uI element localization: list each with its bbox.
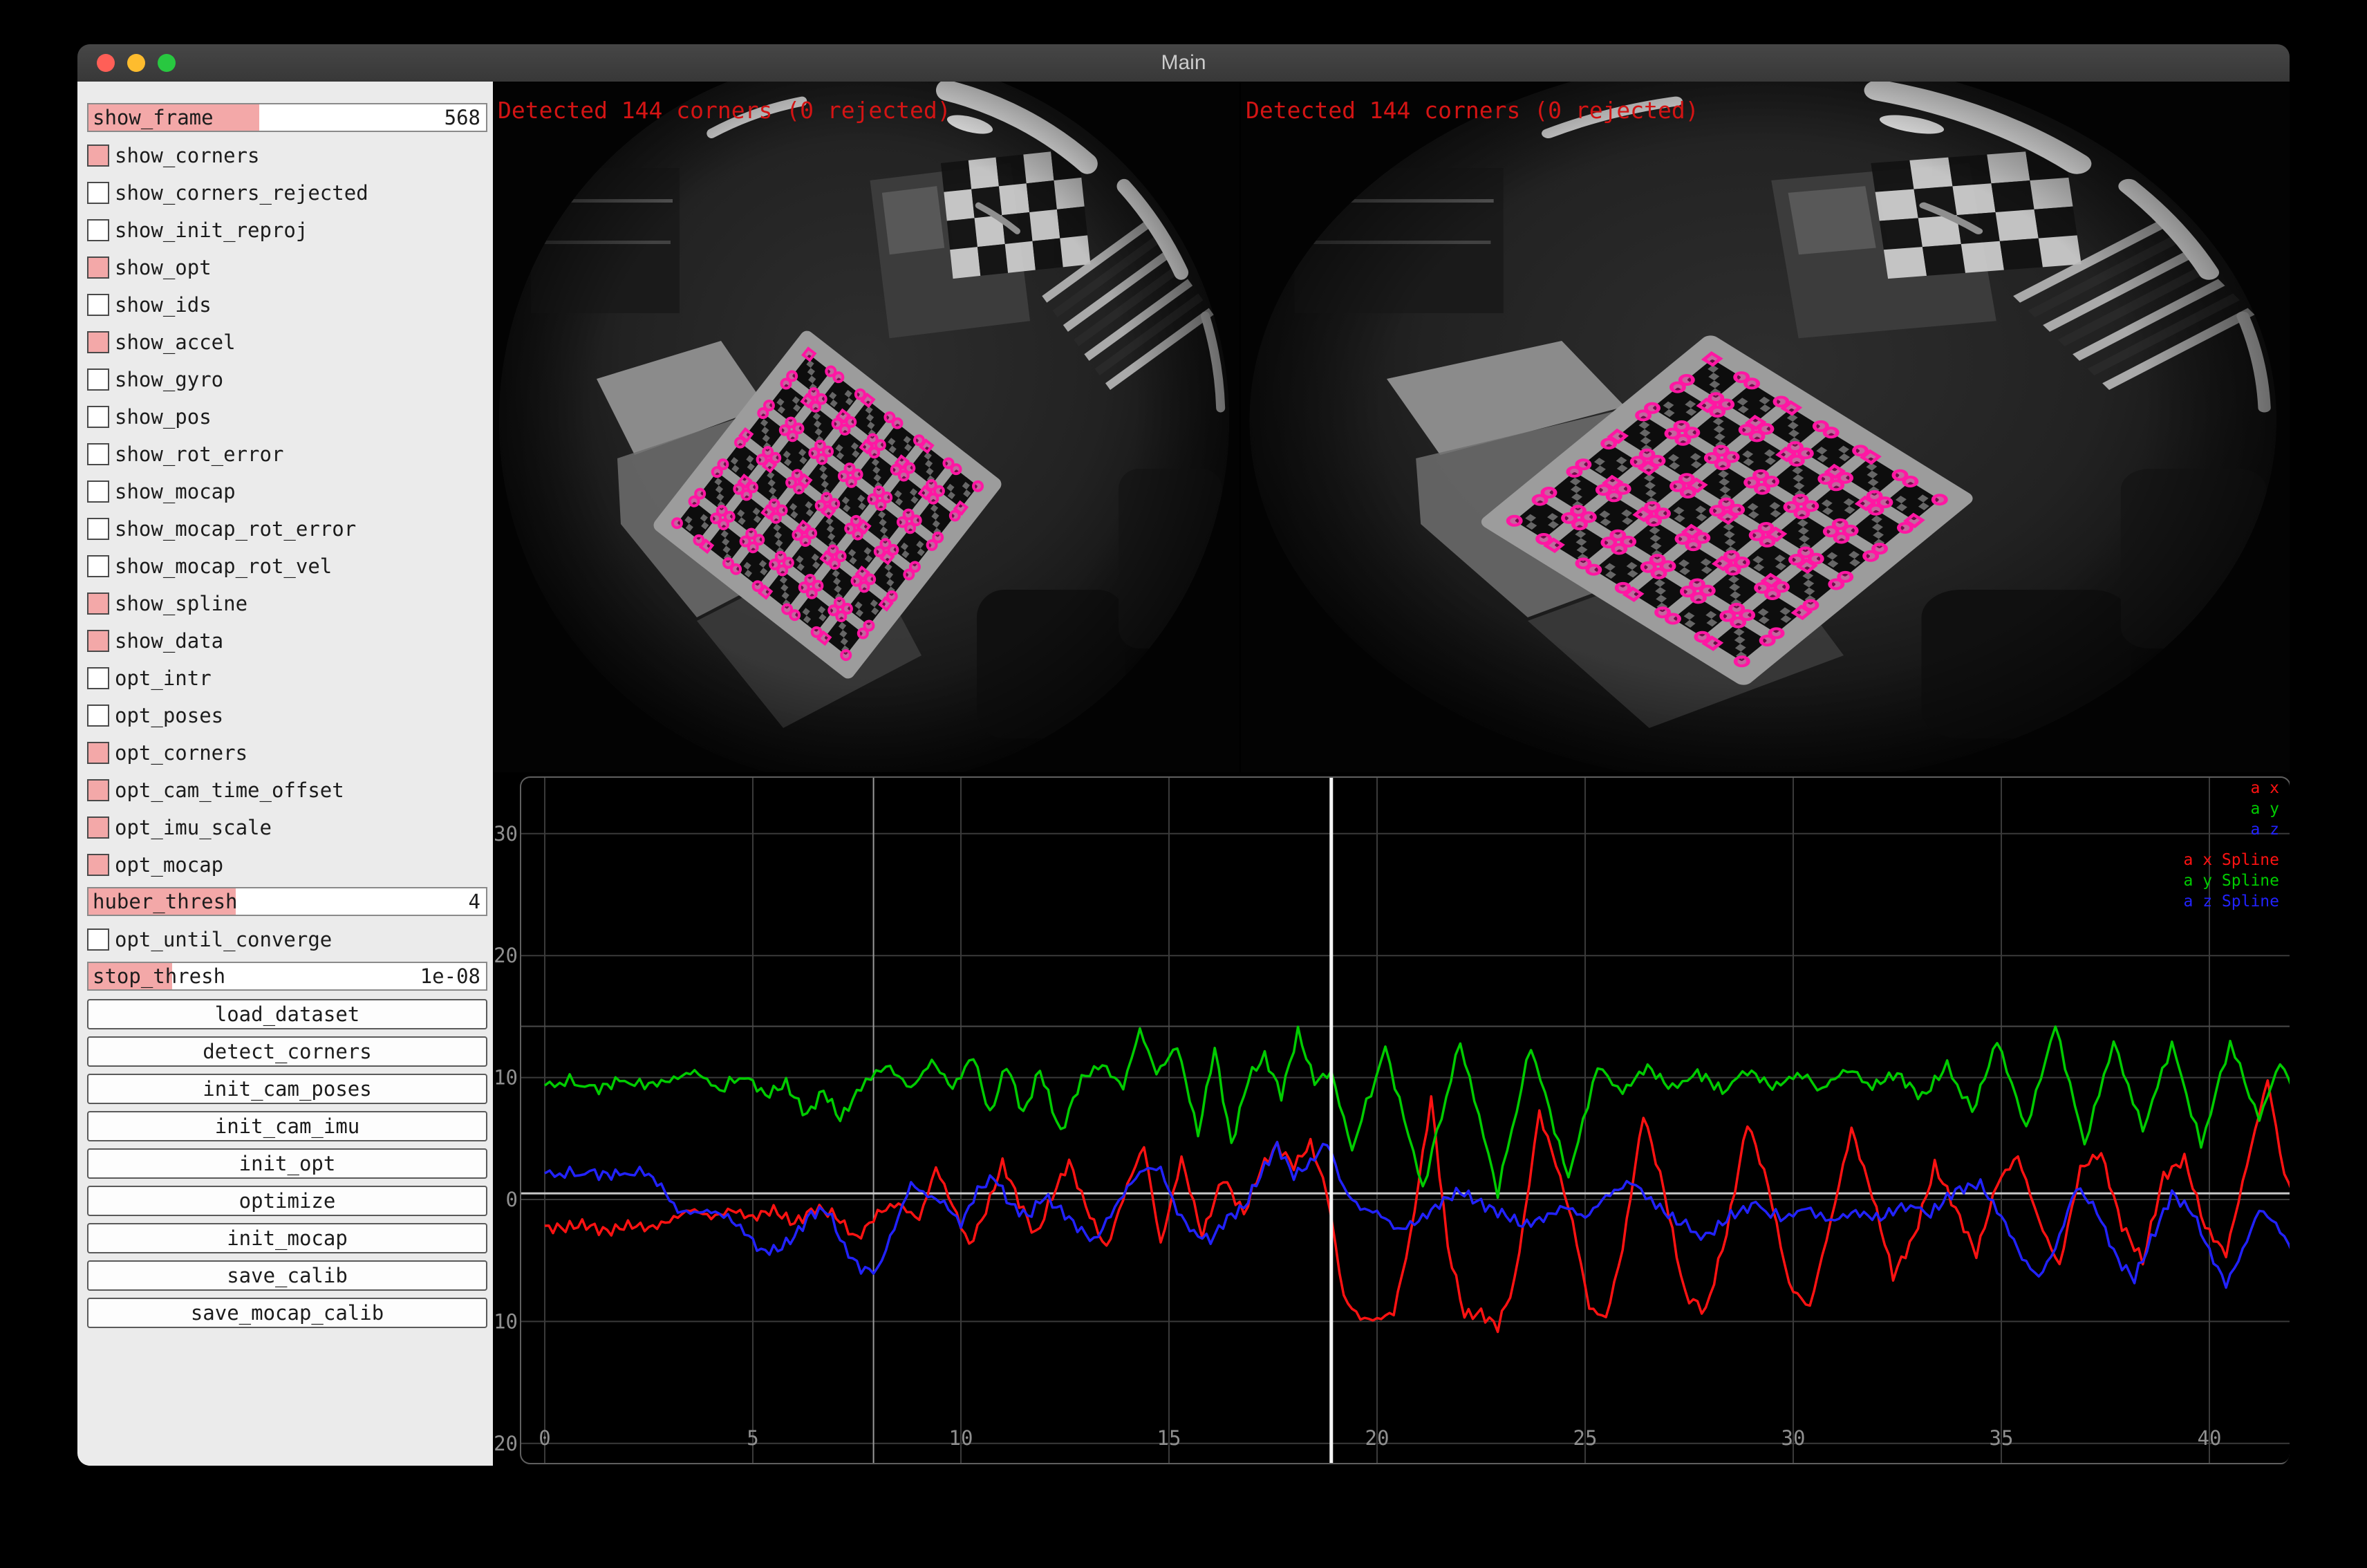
huber_thresh-slider[interactable]: huber_thresh 4 <box>87 887 487 916</box>
x-tick-label: 25 <box>1573 1426 1598 1450</box>
camera-pane-1[interactable]: Detected 144 corners (0 rejected) <box>1239 82 2290 772</box>
show_corners_rejected-checkbox[interactable] <box>87 182 109 204</box>
slider-value: 568 <box>445 104 480 131</box>
opt_cam_time_offset-checkbox[interactable] <box>87 779 109 801</box>
y-tick-label: 0 <box>506 1188 518 1211</box>
show_mocap_rot_error-label: show_mocap_rot_error <box>115 510 356 548</box>
slider-label: huber_thresh <box>93 888 238 915</box>
opt_until_converge-label: opt_until_converge <box>115 921 332 958</box>
show_ids-checkbox[interactable] <box>87 294 109 316</box>
slider-label: stop_thresh <box>93 963 225 989</box>
show_rot_error-checkbox[interactable] <box>87 443 109 465</box>
opt_corners-checkbox[interactable] <box>87 742 109 764</box>
corner-status-text: Detected 144 corners (0 rejected) <box>498 97 951 124</box>
x-tick-label: 10 <box>949 1426 973 1450</box>
show_pos-checkbox[interactable] <box>87 406 109 428</box>
camera-pane-0[interactable]: Detected 144 corners (0 rejected) <box>493 82 1239 772</box>
show_mocap-checkbox[interactable] <box>87 480 109 503</box>
slider-value: 4 <box>469 888 480 915</box>
opt_imu_scale-checkbox[interactable] <box>87 816 109 839</box>
desktop-background: Main show_frame 568 show_cornersshow_corne… <box>0 0 2367 1568</box>
slider-value: 1e-08 <box>420 963 480 989</box>
save_calib-button[interactable]: save_calib <box>87 1260 487 1291</box>
control-panel: show_frame 568 show_cornersshow_corners_re… <box>77 82 493 1466</box>
show_init_reproj-label: show_init_reproj <box>115 212 308 249</box>
x-tick-label: 30 <box>1781 1426 1806 1450</box>
legend-spline-entry: a y Spline <box>2184 872 2279 890</box>
y-tick-label: 30 <box>494 822 518 846</box>
show_gyro-checkbox[interactable] <box>87 368 109 391</box>
close-button[interactable] <box>97 54 115 72</box>
opt_mocap-checkbox[interactable] <box>87 854 109 876</box>
x-tick-label: 0 <box>539 1426 550 1450</box>
show_mocap-label: show_mocap <box>115 473 236 510</box>
init_opt-button[interactable]: init_opt <box>87 1148 487 1179</box>
opt_cam_time_offset-label: opt_cam_time_offset <box>115 772 344 809</box>
show_ids-label: show_ids <box>115 286 212 324</box>
y-tick-label: 10 <box>494 1066 518 1090</box>
opt_intr-checkbox[interactable] <box>87 667 109 689</box>
legend-entry: a z <box>2250 821 2279 839</box>
zoom-button[interactable] <box>158 54 176 72</box>
show_corners-label: show_corners <box>115 137 260 174</box>
opt_imu_scale-label: opt_imu_scale <box>115 809 272 846</box>
opt_intr-label: opt_intr <box>115 660 212 697</box>
corner-status-text: Detected 144 corners (0 rejected) <box>1246 97 1699 124</box>
load_dataset-button[interactable]: load_dataset <box>87 999 487 1029</box>
show_frame-slider[interactable]: show_frame 568 <box>87 103 487 132</box>
show_accel-checkbox[interactable] <box>87 331 109 353</box>
legend-spline-entry: a z Spline <box>2184 893 2279 911</box>
show_mocap_rot_error-checkbox[interactable] <box>87 518 109 540</box>
fisheye-image-0 <box>493 82 1239 772</box>
main-window: Main show_frame 568 show_cornersshow_corne… <box>77 44 2290 1466</box>
y-tick-label: -20 <box>493 1432 518 1455</box>
init_cam_poses-button[interactable]: init_cam_poses <box>87 1074 487 1104</box>
legend-spline-entry: a x Spline <box>2184 851 2279 869</box>
x-tick-label: 15 <box>1157 1426 1181 1450</box>
detect_corners-button[interactable]: detect_corners <box>87 1036 487 1067</box>
opt_poses-checkbox[interactable] <box>87 704 109 727</box>
x-tick-label: 40 <box>2198 1426 2222 1450</box>
show_init_reproj-checkbox[interactable] <box>87 219 109 241</box>
x-tick-label: 5 <box>747 1426 758 1450</box>
fisheye-image-1 <box>1241 82 2290 772</box>
opt_corners-label: opt_corners <box>115 734 247 772</box>
init_cam_imu-button[interactable]: init_cam_imu <box>87 1111 487 1141</box>
init_mocap-button[interactable]: init_mocap <box>87 1223 487 1253</box>
opt_poses-label: opt_poses <box>115 697 223 734</box>
imu-plot[interactable]: 30 20 10 0 -10 -20 0 5 10 15 20 25 30 35 40 a x a y a z a … <box>493 772 2290 1466</box>
show_data-checkbox[interactable] <box>87 630 109 652</box>
window-title: Main <box>77 44 2290 82</box>
optimize-button[interactable]: optimize <box>87 1186 487 1216</box>
slider-label: show_frame <box>93 104 214 131</box>
show_mocap_rot_vel-label: show_mocap_rot_vel <box>115 548 332 585</box>
show_corners_rejected-label: show_corners_rejected <box>115 174 368 212</box>
show_gyro-label: show_gyro <box>115 361 223 398</box>
title-bar[interactable]: Main <box>77 44 2290 82</box>
opt_mocap-label: opt_mocap <box>115 846 223 884</box>
show_corners-checkbox[interactable] <box>87 144 109 167</box>
y-tick-label: 20 <box>494 944 518 967</box>
show_opt-checkbox[interactable] <box>87 256 109 279</box>
show_spline-label: show_spline <box>115 585 247 622</box>
show_accel-label: show_accel <box>115 324 236 361</box>
y-tick-label: -10 <box>493 1309 518 1333</box>
legend-entry: a y <box>2250 800 2279 818</box>
opt_until_converge-checkbox[interactable] <box>87 928 109 951</box>
x-tick-label: 20 <box>1365 1426 1390 1450</box>
camera-views[interactable]: Detected 144 corners (0 rejected) Detecte… <box>493 82 2290 772</box>
show_data-label: show_data <box>115 622 223 660</box>
show_rot_error-label: show_rot_error <box>115 436 283 473</box>
show_spline-checkbox[interactable] <box>87 592 109 615</box>
save_mocap_calib-button[interactable]: save_mocap_calib <box>87 1298 487 1328</box>
show_opt-label: show_opt <box>115 249 212 286</box>
stop_thresh-slider[interactable]: stop_thresh 1e-08 <box>87 962 487 991</box>
x-tick-label: 35 <box>1990 1426 2014 1450</box>
show_mocap_rot_vel-checkbox[interactable] <box>87 555 109 577</box>
legend-entry: a x <box>2250 779 2279 797</box>
plot-canvas[interactable]: 30 20 10 0 -10 -20 0 5 10 15 20 25 30 35 40 a x a y a z a … <box>493 772 2290 1466</box>
minimize-button[interactable] <box>127 54 145 72</box>
show_pos-label: show_pos <box>115 398 212 436</box>
